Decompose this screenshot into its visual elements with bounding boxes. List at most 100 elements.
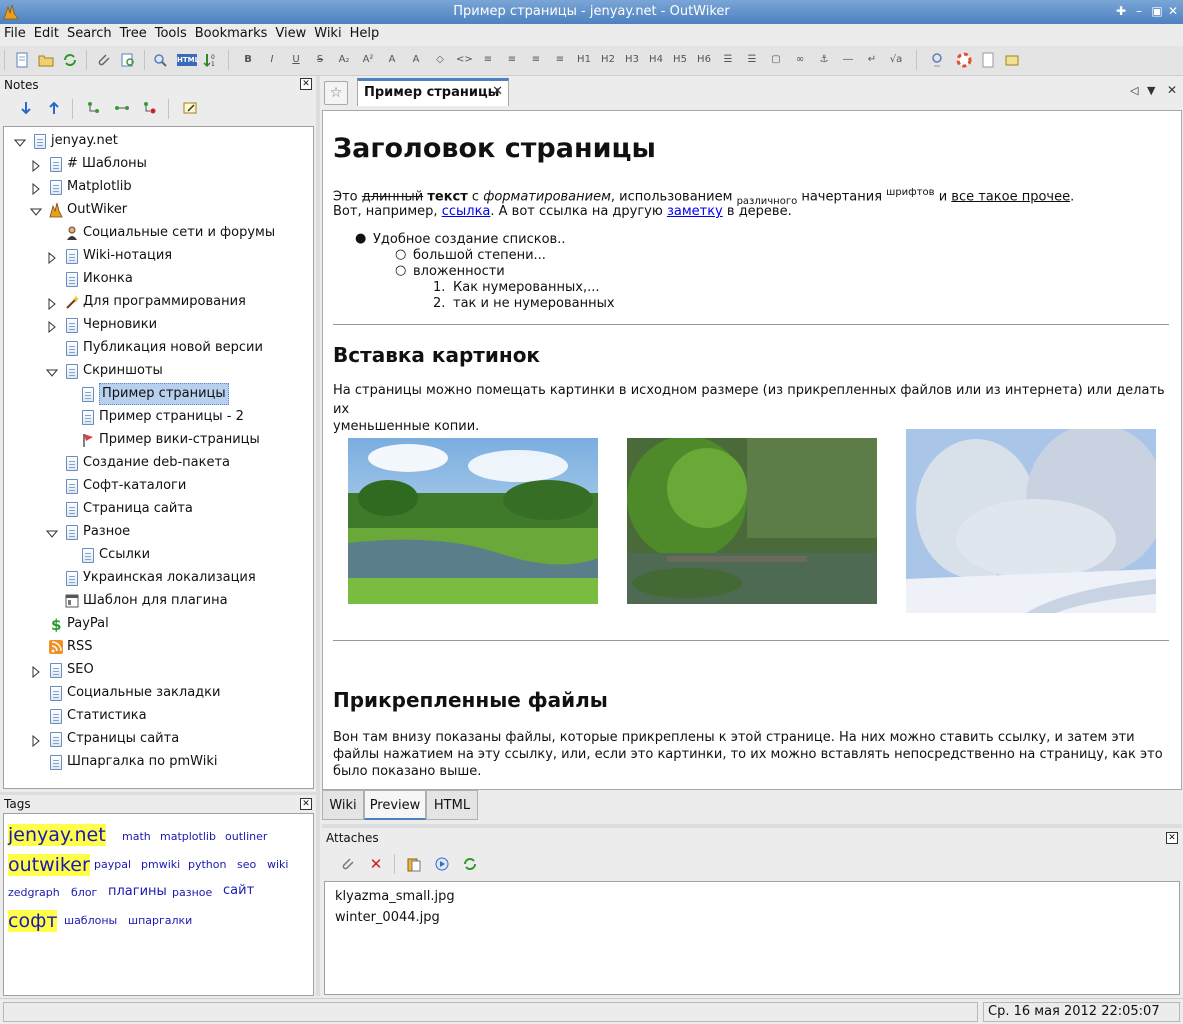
- attachment-item[interactable]: klyazma_small.jpg: [335, 889, 455, 904]
- move-down-icon[interactable]: [18, 100, 34, 116]
- collapsed-arrow-icon[interactable]: [30, 181, 40, 196]
- menu-tools[interactable]: Tools: [151, 24, 191, 41]
- image-winter-forest[interactable]: [906, 429, 1156, 613]
- tree-item[interactable]: Скриншоты: [4, 360, 309, 382]
- window-close-icon[interactable]: ✕: [1165, 3, 1181, 19]
- attaches-close-icon[interactable]: ✕: [1166, 832, 1178, 844]
- collapsed-arrow-icon[interactable]: [30, 733, 40, 748]
- link-ssylka[interactable]: ссылка: [442, 204, 491, 219]
- collapsed-arrow-icon[interactable]: [46, 319, 56, 334]
- strikethrough-icon[interactable]: S: [312, 52, 328, 68]
- new-page-icon[interactable]: [14, 52, 30, 68]
- vertical-splitter[interactable]: [316, 76, 320, 996]
- tag-link[interactable]: outwiker: [8, 854, 90, 876]
- tree-item[interactable]: Шаблон для плагина: [4, 590, 309, 612]
- window-maximize-icon[interactable]: ▣: [1149, 3, 1165, 19]
- tree-item[interactable]: Ссылки: [4, 544, 309, 566]
- tree-item[interactable]: $ PayPal: [4, 613, 309, 635]
- tag-link[interactable]: шаблоны: [64, 914, 117, 927]
- expanded-arrow-icon[interactable]: [45, 365, 59, 377]
- menu-view[interactable]: View: [271, 24, 310, 41]
- formula-icon[interactable]: √a: [888, 52, 904, 68]
- collapsed-arrow-icon[interactable]: [30, 158, 40, 173]
- paste-attach-icon[interactable]: [406, 856, 422, 872]
- font-bigger-icon[interactable]: A: [384, 52, 400, 68]
- align-center-icon[interactable]: ≡: [504, 52, 520, 68]
- anchor-icon[interactable]: ⚓: [816, 52, 832, 68]
- image-river-summer[interactable]: [348, 438, 598, 604]
- tree-item[interactable]: Украинская локализация: [4, 567, 309, 589]
- execute-attach-icon[interactable]: [434, 856, 450, 872]
- menu-help[interactable]: Help: [346, 24, 384, 41]
- tree-item[interactable]: Социальные закладки: [4, 682, 309, 704]
- open-folder-icon[interactable]: [38, 52, 54, 68]
- superscript-icon[interactable]: A²: [360, 52, 376, 68]
- tree-item[interactable]: Wiki-нотация: [4, 245, 309, 267]
- align-left-icon[interactable]: ≡: [480, 52, 496, 68]
- remove-page-icon[interactable]: [142, 100, 158, 116]
- tag-link[interactable]: разное: [172, 886, 212, 899]
- global-search-icon[interactable]: [120, 52, 136, 68]
- h3-icon[interactable]: H3: [624, 52, 640, 68]
- line-break-icon[interactable]: ↵: [864, 52, 880, 68]
- font-smaller-icon[interactable]: A: [408, 52, 424, 68]
- h5-icon[interactable]: H5: [672, 52, 688, 68]
- tree-item[interactable]: Страницы сайта: [4, 728, 309, 750]
- tag-link[interactable]: блог: [71, 886, 97, 899]
- underline-icon[interactable]: U: [288, 52, 304, 68]
- h1-icon[interactable]: H1: [576, 52, 592, 68]
- h4-icon[interactable]: H4: [648, 52, 664, 68]
- bold-icon[interactable]: B: [240, 52, 256, 68]
- tab-html[interactable]: HTML: [426, 790, 478, 820]
- expanded-arrow-icon[interactable]: [45, 526, 59, 538]
- page-tab-close-icon[interactable]: ✕: [492, 84, 503, 99]
- reload-icon[interactable]: [62, 52, 78, 68]
- tree-item[interactable]: Создание deb-пакета: [4, 452, 309, 474]
- tree-item[interactable]: RSS: [4, 636, 309, 658]
- tag-link[interactable]: плагины: [108, 884, 167, 899]
- link-zametku[interactable]: заметку: [667, 204, 723, 219]
- sort-icon[interactable]: 01: [202, 52, 218, 68]
- add-child-icon[interactable]: [86, 100, 102, 116]
- collapsed-arrow-icon[interactable]: [30, 664, 40, 679]
- attach-clip-icon[interactable]: [96, 52, 112, 68]
- spellcheck-icon[interactable]: [930, 52, 946, 68]
- window-help-icon[interactable]: ✚: [1113, 3, 1129, 19]
- align-right-icon[interactable]: ≡: [528, 52, 544, 68]
- menu-search[interactable]: Search: [63, 24, 116, 41]
- move-up-icon[interactable]: [46, 100, 62, 116]
- tree-item[interactable]: Пример вики-страницы: [4, 429, 309, 451]
- attachment-item[interactable]: winter_0044.jpg: [335, 910, 440, 925]
- refresh-attach-icon[interactable]: [462, 856, 478, 872]
- bookmark-star-icon[interactable]: ☆: [324, 81, 348, 105]
- tree-item[interactable]: SEO: [4, 659, 309, 681]
- search-icon[interactable]: [152, 52, 168, 68]
- tag-link[interactable]: matplotlib: [160, 830, 216, 843]
- tab-preview[interactable]: Preview: [364, 790, 426, 820]
- collapsed-arrow-icon[interactable]: [46, 250, 56, 265]
- expanded-arrow-icon[interactable]: [13, 135, 27, 147]
- fullscreen-icon[interactable]: [1004, 52, 1020, 68]
- tag-link[interactable]: outliner: [225, 830, 267, 843]
- thumbnail-icon[interactable]: ▢: [768, 52, 784, 68]
- tree-item[interactable]: jenyay.net: [4, 130, 309, 152]
- tags-close-icon[interactable]: ✕: [300, 798, 312, 810]
- tree-item[interactable]: OutWiker: [4, 199, 309, 221]
- edit-page-icon[interactable]: [182, 100, 198, 116]
- tree-item[interactable]: Страница сайта: [4, 498, 309, 520]
- nonparsed-icon[interactable]: ◇: [432, 52, 448, 68]
- tag-link[interactable]: jenyay.net: [8, 824, 106, 846]
- numbered-list-icon[interactable]: ☰: [744, 52, 760, 68]
- tree-item[interactable]: Софт-каталоги: [4, 475, 309, 497]
- add-sibling-icon[interactable]: [114, 100, 130, 116]
- bullet-list-icon[interactable]: ☰: [720, 52, 736, 68]
- code-icon[interactable]: <>: [456, 52, 473, 68]
- attach-file-icon[interactable]: [340, 856, 356, 872]
- subscript-icon[interactable]: A₂: [336, 52, 352, 68]
- tag-link[interactable]: wiki: [267, 858, 288, 871]
- page-tab[interactable]: Пример страницы ✕: [357, 78, 509, 106]
- tree-item[interactable]: Социальные сети и форумы: [4, 222, 309, 244]
- html-export-icon[interactable]: HTML: [177, 54, 199, 66]
- expanded-arrow-icon[interactable]: [29, 204, 43, 216]
- menu-file[interactable]: File: [0, 24, 30, 41]
